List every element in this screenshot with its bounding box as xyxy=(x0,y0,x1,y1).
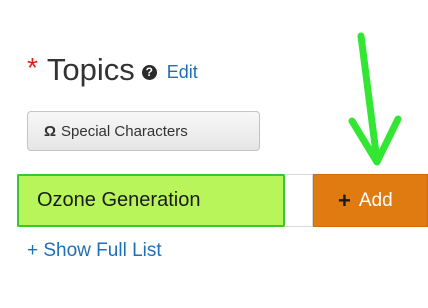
arrow-down-icon xyxy=(348,32,402,166)
